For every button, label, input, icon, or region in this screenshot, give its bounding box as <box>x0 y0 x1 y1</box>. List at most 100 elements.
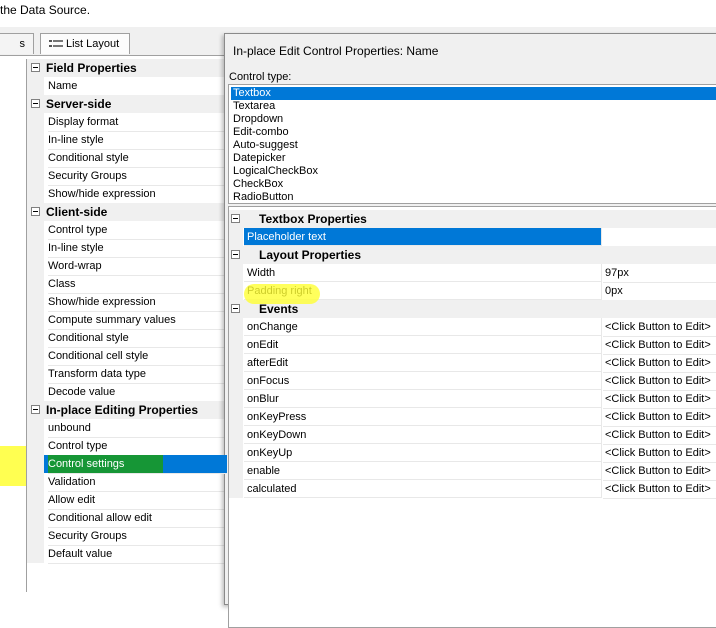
property-row[interactable]: onKeyUp <Click Button to Edit> <box>229 444 716 463</box>
property-row[interactable]: calculated <Click Button to Edit> <box>229 480 716 499</box>
control-type-option[interactable]: Datepicker <box>231 152 716 165</box>
property-label: Compute summary values <box>48 311 227 330</box>
property-name: onKeyDown <box>244 426 602 444</box>
property-value[interactable]: <Click Button to Edit> <box>603 408 716 427</box>
property-row[interactable]: Control type <box>27 437 227 456</box>
control-type-option[interactable]: Edit-combo <box>231 126 716 139</box>
control-type-option[interactable]: Auto-suggest <box>231 139 716 152</box>
tab-list-layout[interactable]: List Layout <box>40 33 130 54</box>
category-row[interactable]: Field Properties <box>27 59 227 77</box>
property-row[interactable]: Class <box>27 275 227 294</box>
property-value[interactable]: <Click Button to Edit> <box>603 444 716 463</box>
property-label: Conditional style <box>48 149 227 168</box>
property-row[interactable]: Validation <box>27 473 227 492</box>
property-value[interactable]: <Click Button to Edit> <box>603 462 716 481</box>
property-row[interactable]: Width 97px <box>229 264 716 283</box>
collapse-icon[interactable] <box>231 214 240 223</box>
property-row[interactable]: onChange <Click Button to Edit> <box>229 318 716 337</box>
property-value[interactable]: <Click Button to Edit> <box>603 354 716 373</box>
collapse-icon[interactable] <box>231 304 240 313</box>
row-gutter <box>27 275 44 293</box>
property-value[interactable]: <Click Button to Edit> <box>603 318 716 337</box>
property-row[interactable]: Conditional style <box>27 329 227 348</box>
collapse-icon[interactable] <box>31 405 40 414</box>
property-row[interactable]: Allow edit <box>27 491 227 510</box>
property-row[interactable]: Decode value <box>27 383 227 402</box>
property-row[interactable]: onFocus <Click Button to Edit> <box>229 372 716 391</box>
property-row[interactable]: Conditional allow edit <box>27 509 227 528</box>
property-row[interactable]: In-line style <box>27 131 227 150</box>
property-label: Show/hide expression <box>48 293 227 312</box>
collapse-icon[interactable] <box>31 207 40 216</box>
property-value[interactable]: <Click Button to Edit> <box>603 372 716 391</box>
property-row[interactable]: afterEdit <Click Button to Edit> <box>229 354 716 373</box>
row-gutter <box>27 149 44 167</box>
tab-list-layout-label: List Layout <box>66 38 120 50</box>
property-label: Security Groups <box>48 167 227 186</box>
property-row[interactable]: Control type <box>27 221 227 240</box>
property-label: Default value <box>48 545 227 564</box>
property-value[interactable]: 97px <box>603 264 716 283</box>
property-value[interactable] <box>603 228 716 247</box>
control-type-option[interactable]: CheckBox <box>231 178 716 191</box>
category-row[interactable]: Textbox Properties <box>229 210 716 228</box>
property-label: Control settings <box>48 455 227 474</box>
property-row[interactable]: Security Groups <box>27 167 227 186</box>
property-row[interactable]: onKeyPress <Click Button to Edit> <box>229 408 716 427</box>
property-row[interactable]: onEdit <Click Button to Edit> <box>229 336 716 355</box>
row-gutter <box>27 419 44 437</box>
collapse-icon[interactable] <box>31 99 40 108</box>
property-value[interactable]: 0px <box>603 282 716 301</box>
property-row[interactable]: Security Groups <box>27 527 227 546</box>
category-row[interactable]: In-place Editing Properties <box>27 401 227 419</box>
control-type-option[interactable]: Textarea <box>231 100 716 113</box>
property-row[interactable]: Placeholder text <box>229 228 716 247</box>
tab-previous[interactable]: s <box>0 33 34 54</box>
row-gutter <box>27 257 44 275</box>
property-row[interactable]: Default value <box>27 545 227 564</box>
collapse-icon[interactable] <box>31 63 40 72</box>
property-value[interactable]: <Click Button to Edit> <box>603 480 716 499</box>
property-name: onKeyUp <box>244 444 602 462</box>
property-label: In-line style <box>48 131 227 150</box>
property-row[interactable]: enable <Click Button to Edit> <box>229 462 716 481</box>
property-row[interactable]: In-line style <box>27 239 227 258</box>
row-gutter <box>27 509 44 527</box>
property-value[interactable]: <Click Button to Edit> <box>603 336 716 355</box>
category-row[interactable]: Server-side <box>27 95 227 113</box>
property-value[interactable]: <Click Button to Edit> <box>603 426 716 445</box>
category-label: Textbox Properties <box>243 210 601 228</box>
category-row[interactable]: Client-side <box>27 203 227 221</box>
row-gutter <box>27 77 44 95</box>
collapse-icon[interactable] <box>231 250 240 259</box>
property-row[interactable]: unbound <box>27 419 227 438</box>
property-row[interactable]: onBlur <Click Button to Edit> <box>229 390 716 409</box>
property-row[interactable]: Show/hide expression <box>27 185 227 204</box>
property-name: onBlur <box>244 390 602 408</box>
property-row[interactable]: Control settings <box>27 455 227 474</box>
property-row[interactable]: Word-wrap <box>27 257 227 276</box>
property-row[interactable]: Conditional style <box>27 149 227 168</box>
property-row[interactable]: Show/hide expression <box>27 293 227 312</box>
row-gutter <box>229 354 243 372</box>
control-type-option[interactable]: LogicalCheckBox <box>231 165 716 178</box>
property-row[interactable]: Name <box>27 77 227 96</box>
property-row[interactable]: onKeyDown <Click Button to Edit> <box>229 426 716 445</box>
property-row[interactable]: Compute summary values <box>27 311 227 330</box>
control-type-listbox[interactable]: Textbox Textarea Dropdown Edit-combo Auto-su… <box>228 84 716 204</box>
control-type-option[interactable]: Textbox <box>231 87 716 100</box>
property-value[interactable]: <Click Button to Edit> <box>603 390 716 409</box>
row-gutter <box>27 545 44 563</box>
control-type-option[interactable]: RadioButton <box>231 191 716 204</box>
property-label: Transform data type <box>48 365 227 384</box>
control-type-label: Control type: <box>229 71 292 83</box>
control-type-option[interactable]: Dropdown <box>231 113 716 126</box>
row-gutter <box>27 185 44 203</box>
property-row[interactable]: Transform data type <box>27 365 227 384</box>
property-row[interactable]: Conditional cell style <box>27 347 227 366</box>
control-property-grid: Textbox Properties Placeholder text Layout… <box>228 206 716 628</box>
category-row[interactable]: Layout Properties <box>229 246 716 264</box>
property-row[interactable]: Display format <box>27 113 227 132</box>
property-label: Control type <box>48 221 227 240</box>
property-name: calculated <box>244 480 602 498</box>
